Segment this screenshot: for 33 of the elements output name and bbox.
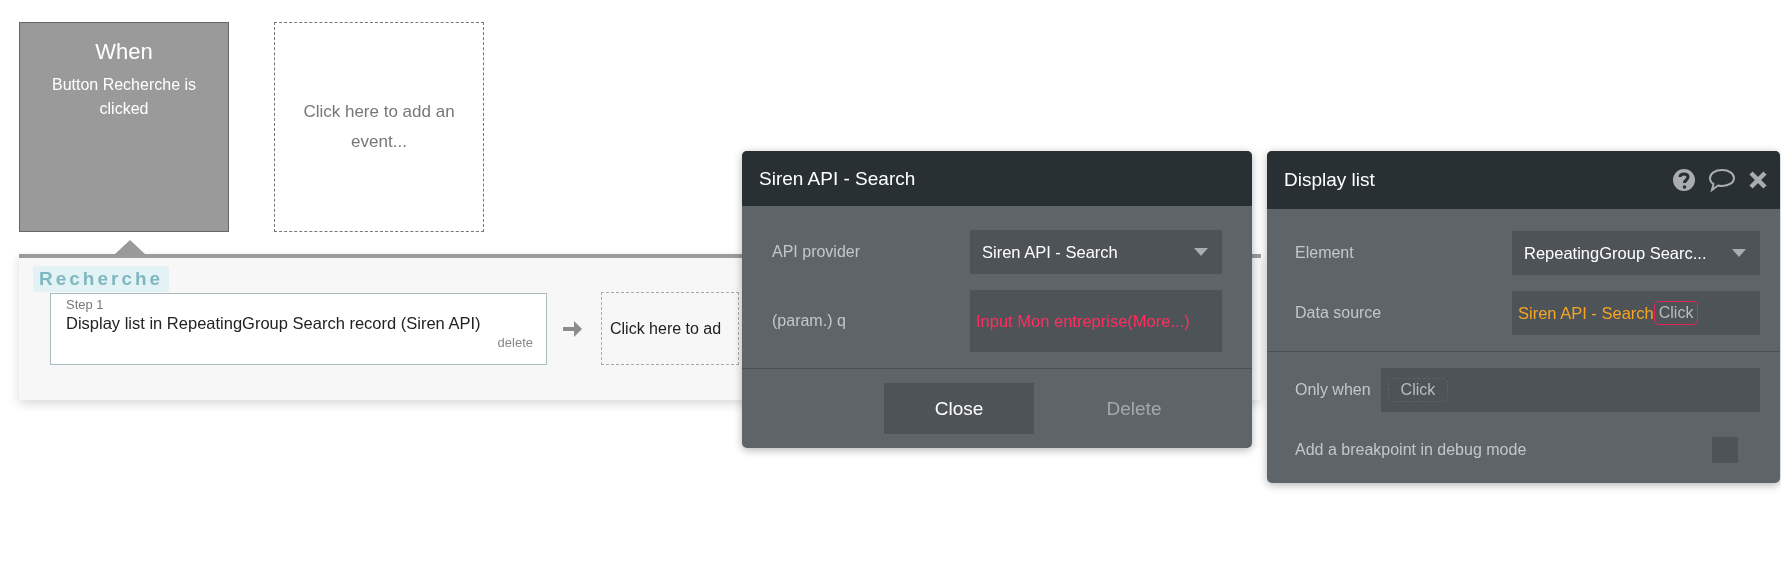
comment-icon[interactable] [1708, 168, 1736, 192]
delete-link[interactable]: delete [497, 334, 533, 350]
expression-value: Siren API - Search [1518, 303, 1654, 323]
expression-field[interactable]: Siren API - Search Click [1512, 291, 1760, 335]
element-tag: Recherche [33, 266, 170, 292]
event-title: When [94, 39, 154, 65]
step-action: Display list in RepeatingGroup Search record (Siren API) [66, 313, 482, 333]
step-label: Step 1 [66, 296, 105, 312]
help-icon[interactable] [1672, 168, 1696, 192]
close-icon[interactable] [1748, 170, 1768, 190]
click-chip[interactable]: Click [1387, 378, 1449, 402]
panel-title: Display list [1284, 169, 1375, 191]
checkbox-label: Add a breakpoint in debug mode [1295, 441, 1527, 459]
add-action-card[interactable]: Click here to ad [601, 292, 739, 365]
field-label: (param.) q [772, 312, 846, 330]
field-label: Element [1295, 244, 1354, 262]
arrow-icon [561, 318, 583, 339]
caret-icon [1732, 249, 1746, 257]
caret-icon [1194, 248, 1208, 256]
field-label: Only when [1295, 381, 1371, 399]
field-label: API provider [772, 243, 861, 261]
add-event-card[interactable]: Click here to add an event... [274, 22, 484, 232]
condition-field[interactable]: Click [1380, 368, 1760, 412]
element-dropdown[interactable]: RepeatingGroup Searc... [1512, 231, 1760, 275]
event-card[interactable]: When Button Recherche is clicked [19, 22, 229, 232]
click-chip[interactable]: Click [1653, 301, 1699, 325]
action-step[interactable]: Step 1 Display list in RepeatingGroup Search record (Siren API) delete [50, 292, 547, 365]
expression-field[interactable]: Input Mon entreprise(More...) [970, 290, 1222, 352]
panel-title: Siren API - Search [759, 167, 916, 190]
close-button[interactable]: Close [884, 383, 1034, 434]
event-description: Button Recherche is clicked [50, 75, 198, 119]
field-label: Data source [1295, 304, 1382, 322]
provider-dropdown[interactable]: Siren API - Search [970, 230, 1222, 274]
